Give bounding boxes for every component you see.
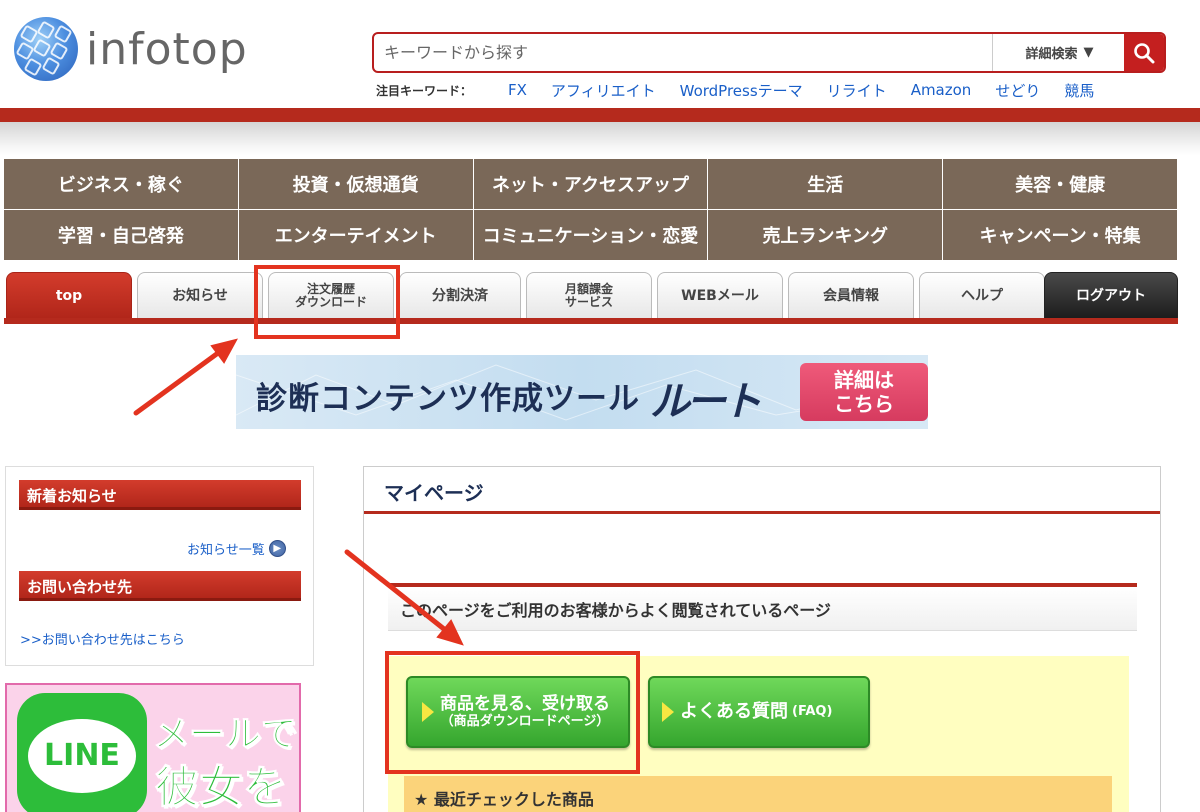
category-business[interactable]: ビジネス・稼ぐ [4,159,238,209]
header-shadow-band [0,122,1200,156]
line-ad-banner[interactable]: LINE メールで 彼女を [5,683,301,812]
category-beauty[interactable]: 美容・健康 [943,159,1177,209]
keyword-link[interactable]: WordPressテーマ [680,80,803,101]
search-bar: 詳細検索 ▼ [372,32,1166,73]
tab-monthly-service[interactable]: 月額課金 サービス [526,272,652,318]
site-header: infotop 詳細検索 ▼ 注目キーワード： FX アフィリエイト WordP… [0,0,1200,108]
promo-banner[interactable]: 診断コンテンツ作成ツール ルート 詳細は こちら [236,355,928,429]
line-ad-text-2: 彼女を [155,762,288,812]
tab-help[interactable]: ヘルプ [919,272,1045,318]
logo-globe-icon [14,17,78,81]
triangle-right-icon [662,702,674,722]
faq-button[interactable]: よくある質問 (FAQ) [648,676,870,748]
featured-keywords: 注目キーワード： FX アフィリエイト WordPressテーマ リライト Am… [376,80,1118,100]
tab-member-info[interactable]: 会員情報 [788,272,914,318]
tab-logout[interactable]: ログアウト [1044,272,1178,318]
news-list-link[interactable]: お知らせ一覧 ▶ [187,539,286,558]
recent-products-section: ★ 最近チェックした商品 [404,776,1112,812]
contact-link[interactable]: >>お問い合わせ先はこちら [20,629,185,648]
category-entertainment[interactable]: エンターテイメント [238,210,473,260]
category-internet[interactable]: ネット・アクセスアップ [473,159,708,209]
keyword-link[interactable]: 競馬 [1064,80,1094,101]
search-input[interactable] [384,34,984,71]
faq-label: よくある質問 [680,701,788,722]
line-ad-text-1: メールで [152,714,298,756]
advanced-search-button[interactable]: 詳細検索 ▼ [992,34,1126,71]
frequent-pages-section: このページをご利用のお客様からよく閲覧されているページ [388,583,1137,631]
category-investment[interactable]: 投資・仮想通貨 [238,159,473,209]
keyword-link[interactable]: リライト [827,80,887,101]
logo-text: infotop [86,23,248,75]
contact-heading: お問い合わせ先 [19,571,301,601]
title-underline [364,511,1160,514]
annotation-highlight-box [254,265,400,339]
banner-button-line1: 詳細は [834,368,894,392]
keywords-label: 注目キーワード： [376,83,473,98]
header-red-bar [0,108,1200,122]
category-communication[interactable]: コミュニケーション・恋愛 [473,210,708,260]
banner-title: 診断コンテンツ作成ツール [256,381,640,417]
category-life[interactable]: 生活 [708,159,943,209]
banner-details-button[interactable]: 詳細は こちら [800,363,928,421]
search-button[interactable] [1124,34,1164,71]
tab-top[interactable]: top [6,272,132,318]
annotation-highlight-box [385,651,640,774]
category-learning[interactable]: 学習・自己啓発 [4,210,238,260]
frequent-pages-heading: このページをご利用のお客様からよく閲覧されているページ [400,601,831,620]
line-app-icon: LINE [17,693,147,812]
left-sidebar: 新着お知らせ お知らせ一覧 ▶ お問い合わせ先 >>お問い合わせ先はこちら [5,466,314,666]
search-icon [1134,42,1155,63]
tab-webmail[interactable]: WEBメール [657,272,783,318]
banner-product-logo: ルート [650,379,762,425]
news-heading: 新着お知らせ [19,480,301,510]
keyword-link[interactable]: せどり [995,80,1040,101]
tab-monthly-line2: サービス [564,294,613,309]
keyword-link[interactable]: Amazon [911,81,972,99]
arrow-right-circle-icon: ▶ [268,540,286,557]
tab-split-payment[interactable]: 分割決済 [399,272,521,318]
faq-sublabel: (FAQ) [792,704,833,719]
site-logo[interactable]: infotop [14,16,248,82]
main-tabs: top お知らせ 注文履歴 ダウンロード 分割決済 月額課金 サービス WEBメ… [6,272,1178,318]
keyword-link[interactable]: FX [508,81,527,99]
page-title: マイページ [384,481,484,505]
tabs-underline [4,318,1178,324]
advanced-search-label: 詳細検索 [1025,47,1078,62]
line-badge-text: LINE [28,718,136,793]
keyword-link[interactable]: アフィリエイト [551,80,656,101]
category-campaign[interactable]: キャンペーン・特集 [943,210,1177,260]
news-list-label: お知らせ一覧 [187,543,265,558]
tab-monthly-line1: 月額課金 [564,281,613,296]
tab-news[interactable]: お知らせ [137,272,263,318]
banner-button-line2: こちら [834,392,894,416]
recent-products-heading: ★ 最近チェックした商品 [414,790,594,809]
triangle-down-icon: ▼ [1083,45,1094,60]
category-nav: ビジネス・稼ぐ 投資・仮想通貨 ネット・アクセスアップ 生活 美容・健康 学習・… [4,159,1177,260]
category-ranking[interactable]: 売上ランキング [708,210,943,260]
